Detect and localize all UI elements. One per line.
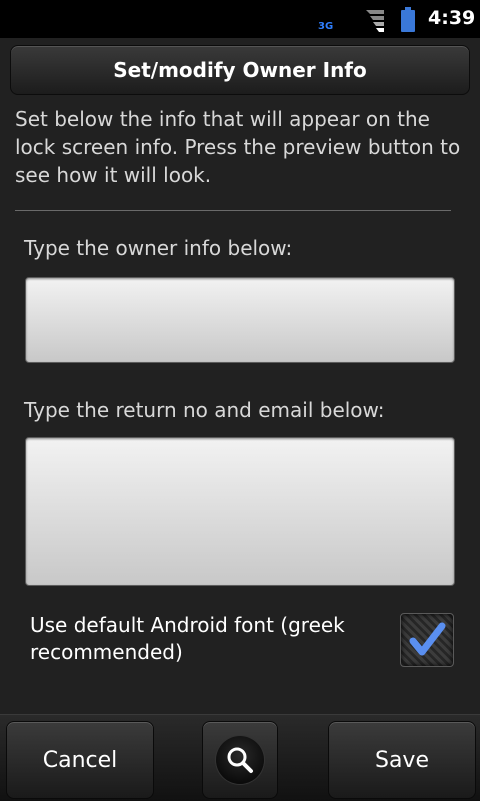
page-title: Set/modify Owner Info xyxy=(10,45,470,95)
network-type: 3G xyxy=(318,21,334,32)
cancel-button[interactable]: Cancel xyxy=(6,721,154,799)
save-button[interactable]: Save xyxy=(328,721,476,799)
divider xyxy=(15,210,451,211)
return-info-label: Type the return no and email below: xyxy=(24,398,385,422)
owner-info-input[interactable] xyxy=(25,277,455,363)
clock: 4:39 xyxy=(428,7,476,29)
status-bar: 3G 4:39 xyxy=(0,0,480,38)
owner-info-label: Type the owner info below: xyxy=(24,236,293,260)
default-font-checkbox[interactable] xyxy=(400,613,454,667)
default-font-label: Use default Android font (greek recommen… xyxy=(30,613,345,664)
owner-info-screen: Set/modify Owner Info Set below the info… xyxy=(0,38,480,714)
intro-text: Set below the info that will appear on t… xyxy=(15,107,461,187)
return-info-input[interactable] xyxy=(25,437,455,586)
check-icon xyxy=(409,622,446,656)
battery-icon xyxy=(401,7,415,32)
search-icon xyxy=(227,747,253,773)
signal-icon xyxy=(366,10,384,32)
preview-button[interactable] xyxy=(202,721,278,799)
preview-icon-circle xyxy=(216,736,264,784)
bottom-bar: Cancel Save xyxy=(0,714,480,801)
